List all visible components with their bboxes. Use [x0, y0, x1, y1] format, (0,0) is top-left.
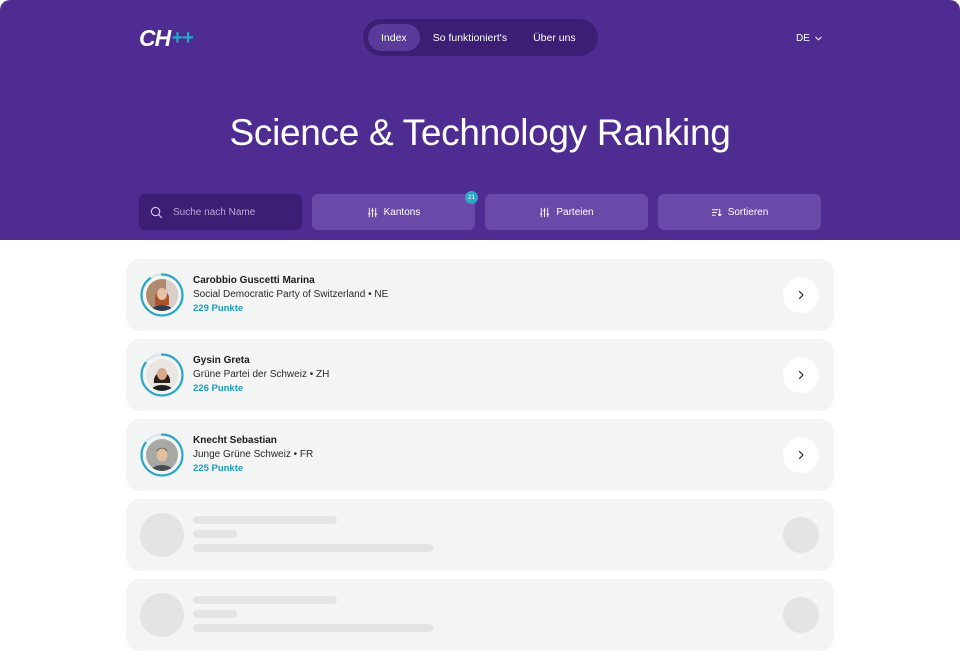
- filter-bar: Suche nach Name Kantons 21 Parteien Sort…: [139, 191, 821, 230]
- sliders-icon: [540, 207, 550, 217]
- main-nav: Index So funktioniert's Über uns: [363, 19, 598, 56]
- open-details-button[interactable]: [783, 357, 819, 393]
- chevron-right-icon: [798, 290, 804, 300]
- candidate-name: Knecht Sebastian: [193, 435, 277, 446]
- skeleton-line: [193, 624, 433, 632]
- kantons-label: Kantons: [383, 206, 421, 218]
- skeleton-line: [193, 596, 337, 604]
- avatar: [146, 439, 178, 471]
- candidate-points: 225 Punkte: [193, 463, 244, 474]
- person-photo-icon: [146, 439, 178, 471]
- list-item[interactable]: Knecht Sebastian Junge Grüne Schweiz • F…: [126, 419, 834, 491]
- person-photo-icon: [146, 279, 178, 311]
- score-ring: [140, 353, 184, 397]
- skeleton-list-item: [126, 499, 834, 571]
- open-details-button[interactable]: [783, 277, 819, 313]
- chevron-down-icon: [815, 36, 822, 40]
- candidate-party: Grüne Partei der Schweiz • ZH: [193, 369, 330, 380]
- language-label: DE: [796, 32, 810, 44]
- skeleton-button: [783, 597, 819, 633]
- sort-icon: [711, 208, 722, 216]
- skeleton-line: [193, 544, 433, 552]
- score-ring: [140, 273, 184, 317]
- candidate-name: Carobbio Guscetti Marina: [193, 275, 315, 286]
- chevron-right-icon: [798, 450, 804, 460]
- avatar: [146, 359, 178, 391]
- page-title: Science & Technology Ranking: [229, 112, 731, 153]
- logo-main: CH: [139, 24, 171, 51]
- candidate-points: 229 Punkte: [193, 303, 244, 314]
- candidate-points: 226 Punkte: [193, 383, 244, 394]
- nav-index[interactable]: Index: [368, 24, 420, 51]
- logo[interactable]: CH ++: [139, 24, 194, 52]
- candidate-name: Gysin Greta: [193, 355, 250, 366]
- skeleton-avatar: [140, 513, 184, 557]
- nav-about[interactable]: Über uns: [520, 24, 589, 51]
- parteien-label: Parteien: [556, 206, 594, 218]
- sliders-icon: [367, 207, 377, 217]
- score-ring: [140, 433, 184, 477]
- sort-label: Sortieren: [727, 206, 769, 218]
- skeleton-button: [783, 517, 819, 553]
- list-item[interactable]: Gysin Greta Grüne Partei der Schweiz • Z…: [126, 339, 834, 411]
- person-photo-icon: [146, 359, 178, 391]
- parteien-filter-button[interactable]: Parteien: [485, 194, 648, 230]
- candidate-party: Social Democratic Party of Switzerland •…: [193, 289, 389, 300]
- sort-button[interactable]: Sortieren: [658, 194, 821, 230]
- avatar: [146, 279, 178, 311]
- search-icon: [150, 206, 163, 218]
- logo-accent: ++: [171, 26, 193, 49]
- open-details-button[interactable]: [783, 437, 819, 473]
- skeleton-line: [193, 530, 237, 538]
- language-selector[interactable]: DE: [796, 30, 823, 46]
- list-item[interactable]: Carobbio Guscetti Marina Social Democrat…: [126, 259, 834, 331]
- nav-how-it-works[interactable]: So funktioniert's: [420, 24, 520, 51]
- skeleton-list-item: [126, 579, 834, 651]
- candidate-party: Junge Grüne Schweiz • FR: [193, 449, 314, 460]
- search-placeholder: Suche nach Name: [173, 206, 256, 218]
- skeleton-line: [193, 516, 337, 524]
- kantons-count-badge: 21: [465, 191, 478, 204]
- hero-header: CH ++ Index So funktioniert's Über uns DE…: [0, 0, 960, 240]
- ranking-list: Carobbio Guscetti Marina Social Democrat…: [126, 259, 834, 659]
- skeleton-line: [193, 610, 237, 618]
- chevron-right-icon: [798, 370, 804, 380]
- kantons-filter-button[interactable]: Kantons: [312, 194, 475, 230]
- search-input[interactable]: Suche nach Name: [139, 194, 302, 230]
